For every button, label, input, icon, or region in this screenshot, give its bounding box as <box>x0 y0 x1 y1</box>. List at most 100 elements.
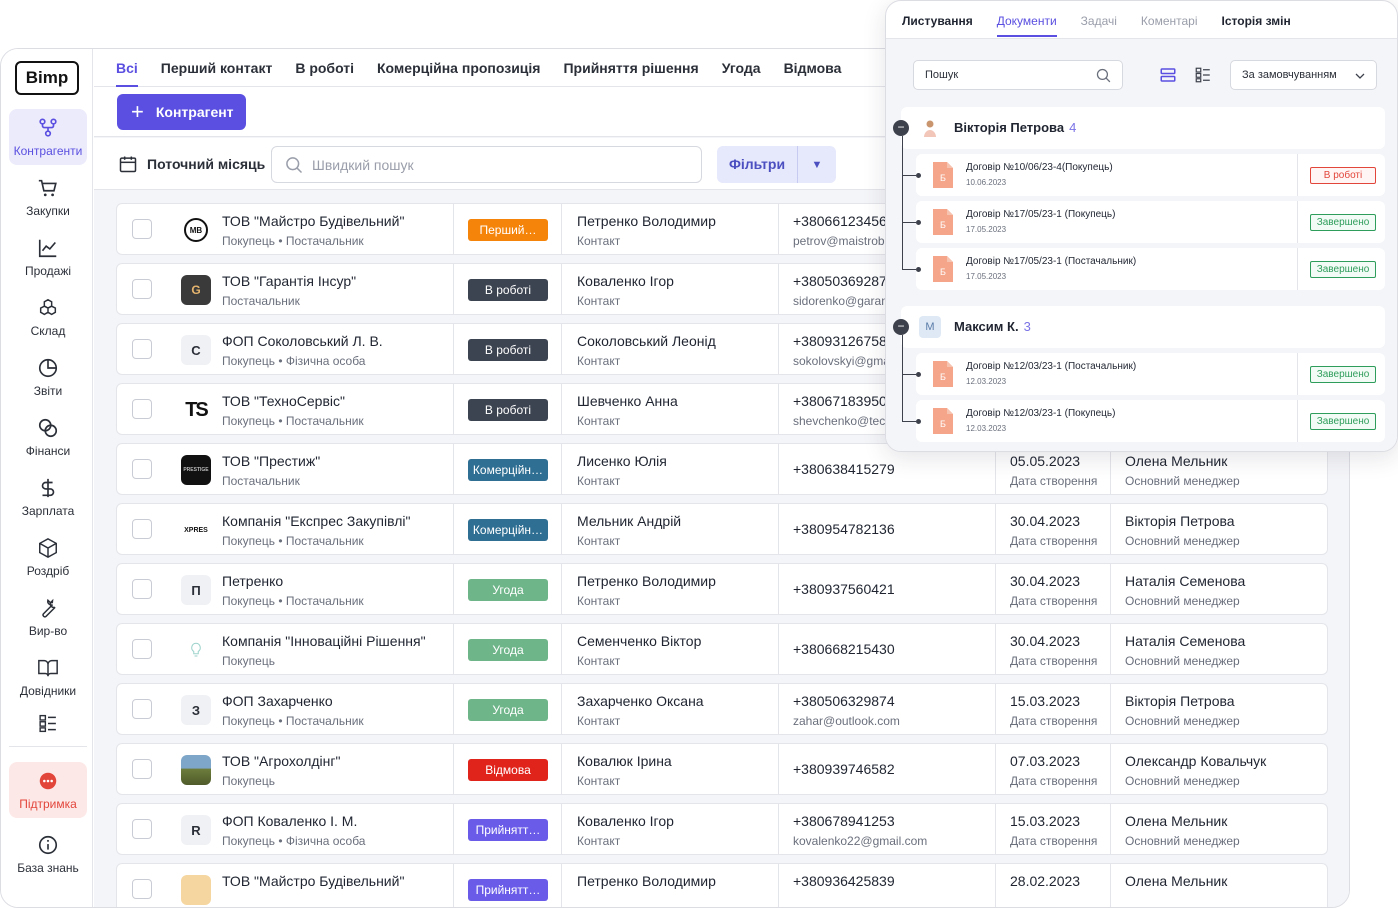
company-name[interactable]: ТОВ "Майстро Будівельний" <box>222 873 404 889</box>
phone[interactable]: +380937560421 <box>793 581 895 597</box>
phone[interactable]: +380668215430 <box>793 641 895 657</box>
period-selector[interactable]: Поточний місяць <box>118 154 265 174</box>
detail-view-icon[interactable] <box>1194 66 1212 84</box>
tab-3[interactable]: Комерційна пропозиція <box>377 49 540 87</box>
company-name[interactable]: ТОВ "ТехноСервіс" <box>222 393 345 409</box>
row-checkbox[interactable] <box>132 579 152 599</box>
contact-name[interactable]: Ковалюк Ірина <box>577 753 672 769</box>
sidebar-item-1[interactable]: Закупки <box>9 169 87 225</box>
document-item[interactable]: Б Договір №17/05/23-1 (Покупець) 17.05.202… <box>916 201 1385 243</box>
company-name[interactable]: ТОВ "Гарантія Інсур" <box>222 273 356 289</box>
tab-1[interactable]: Перший контакт <box>161 49 273 87</box>
list-view-icon[interactable] <box>1159 66 1177 84</box>
company-name[interactable]: Петренко <box>222 573 283 589</box>
contact-name[interactable]: Коваленко Ігор <box>577 813 674 829</box>
sidebar-item-2[interactable]: Продажі <box>9 229 87 285</box>
sidebar-item-4[interactable]: Звіти <box>9 349 87 405</box>
tab-0[interactable]: Всі <box>116 49 138 87</box>
sidebar-item-8[interactable]: Вир-во <box>9 589 87 645</box>
sidebar-item-5[interactable]: Фінанси <box>9 409 87 465</box>
document-title[interactable]: Договір №12/03/23-1 (Покупець) <box>966 408 1115 419</box>
contact-name[interactable]: Лисенко Юлія <box>577 453 667 469</box>
row-checkbox[interactable] <box>132 339 152 359</box>
contact-name[interactable]: Петренко Володимир <box>577 213 716 229</box>
contact-group[interactable]: − M Максим К. 3 <box>893 306 1385 348</box>
document-status-badge[interactable]: В роботі <box>1310 167 1376 184</box>
contact-name[interactable]: Петренко Володимир <box>577 573 716 589</box>
sidebar-item-0[interactable]: Контрагенти <box>9 109 87 165</box>
bimp-logo[interactable]: Bimp <box>15 61 79 95</box>
phone[interactable]: +380936425839 <box>793 873 895 889</box>
contact-name[interactable]: Коваленко Ігор <box>577 273 674 289</box>
document-status-badge[interactable]: Завершено <box>1310 261 1376 278</box>
company-name[interactable]: ТОВ "Агрохолдінг" <box>222 753 340 769</box>
document-status-badge[interactable]: Завершено <box>1310 366 1376 383</box>
email[interactable]: shevchenko@tech <box>793 414 892 428</box>
row-checkbox[interactable] <box>132 399 152 419</box>
sidebar-item-10[interactable] <box>9 709 87 739</box>
tab-6[interactable]: Відмова <box>784 49 842 87</box>
sidebar-item-6[interactable]: Зарплата <box>9 469 87 525</box>
panel-tab-2[interactable]: Задачі <box>1081 1 1117 37</box>
sidebar-item-7[interactable]: Роздріб <box>9 529 87 585</box>
phone[interactable]: +380638415279 <box>793 461 895 477</box>
phone[interactable]: +380678941253 <box>793 813 895 829</box>
company-name[interactable]: ТОВ "Престиж" <box>222 453 320 469</box>
table-row[interactable]: XPRES Компанія "Експрес Закупівлі" Покупец… <box>116 503 1328 555</box>
document-title[interactable]: Договір №10/06/23-4(Покупець) <box>966 162 1113 173</box>
phone[interactable]: +38093126758 <box>793 333 887 349</box>
sidebar-item-9[interactable]: Довідники <box>9 649 87 705</box>
quick-search-input[interactable]: Швидкий пошук <box>271 146 702 183</box>
sort-select[interactable]: За замовчуванням <box>1230 60 1377 90</box>
phone[interactable]: +38066123456 <box>793 213 887 229</box>
row-checkbox[interactable] <box>132 219 152 239</box>
collapse-icon[interactable]: − <box>893 319 909 335</box>
table-row[interactable]: ТОВ "Майстро Будівельний" Прийнятт… Петрен… <box>116 863 1328 907</box>
company-name[interactable]: Компанія "Експрес Закупівлі" <box>222 513 410 529</box>
table-row[interactable]: R ФОП Коваленко І. М. Покупець • Фізична о… <box>116 803 1328 855</box>
row-checkbox[interactable] <box>132 519 152 539</box>
document-title[interactable]: Договір №12/03/23-1 (Постачальник) <box>966 361 1136 372</box>
row-checkbox[interactable] <box>132 459 152 479</box>
email[interactable]: sokolovskyi@gma <box>793 354 890 368</box>
contact-name[interactable]: Шевченко Анна <box>577 393 678 409</box>
row-checkbox[interactable] <box>132 639 152 659</box>
row-checkbox[interactable] <box>132 879 152 899</box>
phone[interactable]: +380939746582 <box>793 761 895 777</box>
row-checkbox[interactable] <box>132 819 152 839</box>
support-button[interactable]: Підтримка <box>9 762 87 818</box>
document-item[interactable]: Б Договір №10/06/23-4(Покупець) 10.06.2023… <box>916 154 1385 196</box>
phone[interactable]: +38067183950 <box>793 393 887 409</box>
company-name[interactable]: ФОП Коваленко І. М. <box>222 813 357 829</box>
email[interactable]: kovalenko22@gmail.com <box>793 834 927 848</box>
contact-name[interactable]: Семенченко Віктор <box>577 633 701 649</box>
phone[interactable]: +380506329874 <box>793 693 895 709</box>
contact-name[interactable]: Соколовський Леонід <box>577 333 716 349</box>
phone[interactable]: +380954782136 <box>793 521 895 537</box>
document-title[interactable]: Договір №17/05/23-1 (Постачальник) <box>966 256 1136 267</box>
document-status-badge[interactable]: Завершено <box>1310 214 1376 231</box>
email[interactable]: zahar@outlook.com <box>793 714 900 728</box>
panel-tab-0[interactable]: Листування <box>902 1 973 37</box>
add-counterparty-button[interactable]: + Контрагент <box>117 94 246 130</box>
table-row[interactable]: П Петренко Покупець • Постачальник Угода Пет… <box>116 563 1328 615</box>
panel-search-input[interactable]: Пошук <box>913 60 1123 90</box>
table-row[interactable]: ТОВ "Агрохолдінг" Покупець Відмова Ковалюк … <box>116 743 1328 795</box>
collapse-icon[interactable]: − <box>893 120 909 136</box>
panel-tab-3[interactable]: Коментарі <box>1141 1 1198 37</box>
knowledge-base-button[interactable]: База знань <box>9 824 87 884</box>
contact-group[interactable]: − Вікторія Петрова 4 <box>893 107 1385 149</box>
row-checkbox[interactable] <box>132 699 152 719</box>
table-row[interactable]: З ФОП Захарченко Покупець • Постачальник Уг… <box>116 683 1328 735</box>
document-item[interactable]: Б Договір №17/05/23-1 (Постачальник) 17.05… <box>916 248 1385 290</box>
panel-tab-4[interactable]: Історія змін <box>1222 1 1291 37</box>
company-name[interactable]: ФОП Соколовський Л. В. <box>222 333 383 349</box>
email[interactable]: petrov@maistrobud <box>793 234 898 248</box>
row-checkbox[interactable] <box>132 279 152 299</box>
tab-5[interactable]: Угода <box>722 49 761 87</box>
row-checkbox[interactable] <box>132 759 152 779</box>
company-name[interactable]: Компанія "Інноваційні Рішення" <box>222 633 426 649</box>
document-item[interactable]: Б Договір №12/03/23-1 (Покупець) 12.03.202… <box>916 400 1385 442</box>
contact-name[interactable]: Захарченко Оксана <box>577 693 704 709</box>
contact-name[interactable]: Петренко Володимир <box>577 873 716 889</box>
